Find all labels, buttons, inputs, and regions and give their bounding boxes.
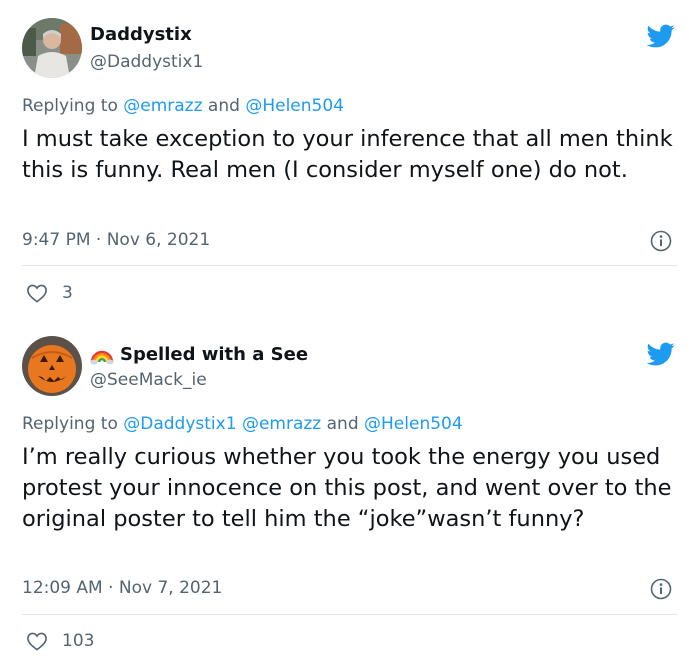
mention-link[interactable]: @Helen504 bbox=[364, 414, 463, 434]
replying-to: Replying to @Daddystix1 @emrazz and @Hel… bbox=[22, 414, 463, 434]
replying-joiner: and bbox=[202, 96, 246, 116]
twitter-bird-icon[interactable] bbox=[645, 22, 677, 50]
timestamp[interactable]: 9:47 PM · Nov 6, 2021 bbox=[22, 230, 210, 250]
mention-link[interactable]: @Daddystix1 bbox=[123, 414, 236, 434]
twitter-bird-icon[interactable] bbox=[645, 340, 677, 368]
info-icon[interactable] bbox=[650, 230, 672, 252]
like-count: 103 bbox=[62, 631, 95, 651]
mention-link[interactable]: @emrazz bbox=[123, 96, 202, 116]
replying-to: Replying to @emrazz and @Helen504 bbox=[22, 96, 344, 116]
replying-joiner: and bbox=[321, 414, 365, 434]
heart-icon[interactable] bbox=[26, 631, 48, 651]
replying-prefix: Replying to bbox=[22, 414, 124, 434]
rainbow-icon bbox=[90, 350, 114, 365]
like-button[interactable]: 3 bbox=[26, 283, 73, 303]
divider bbox=[22, 614, 678, 615]
like-button[interactable]: 103 bbox=[26, 631, 94, 651]
display-name[interactable]: Daddystix bbox=[90, 24, 192, 45]
tweet-text: I’m really curious whether you took the … bbox=[22, 444, 672, 532]
mention-link[interactable]: @Helen504 bbox=[245, 96, 344, 116]
tweet-card: Daddystix @Daddystix1 Replying to @emraz… bbox=[0, 0, 700, 318]
tweet-text: I must take exception to your inference … bbox=[22, 126, 673, 183]
user-handle[interactable]: @Daddystix1 bbox=[90, 52, 203, 72]
avatar[interactable] bbox=[22, 336, 82, 396]
tweet-card: Spelled with a See @SeeMack_ie Replying … bbox=[0, 318, 700, 667]
mention-link[interactable]: @emrazz bbox=[242, 414, 321, 434]
user-handle[interactable]: @SeeMack_ie bbox=[90, 370, 207, 390]
replying-prefix: Replying to bbox=[22, 96, 124, 116]
avatar[interactable] bbox=[22, 18, 82, 78]
divider bbox=[22, 265, 678, 266]
heart-icon[interactable] bbox=[26, 283, 48, 303]
like-count: 3 bbox=[62, 283, 73, 303]
display-name[interactable]: Spelled with a See bbox=[120, 344, 308, 365]
timestamp[interactable]: 12:09 AM · Nov 7, 2021 bbox=[22, 578, 222, 598]
info-icon[interactable] bbox=[650, 578, 672, 600]
